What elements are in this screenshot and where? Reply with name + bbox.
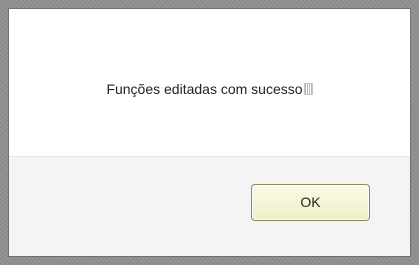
success-dialog: Funções editadas com sucesso OK [8,8,411,257]
dialog-message: Funções editadas com sucesso [106,80,313,97]
dialog-message-text: Funções editadas com sucesso [106,80,303,97]
dialog-footer: OK [9,156,410,256]
dialog-body: Funções editadas com sucesso [9,9,410,156]
ok-button[interactable]: OK [251,184,370,221]
unrendered-glyph-icon [303,82,313,95]
